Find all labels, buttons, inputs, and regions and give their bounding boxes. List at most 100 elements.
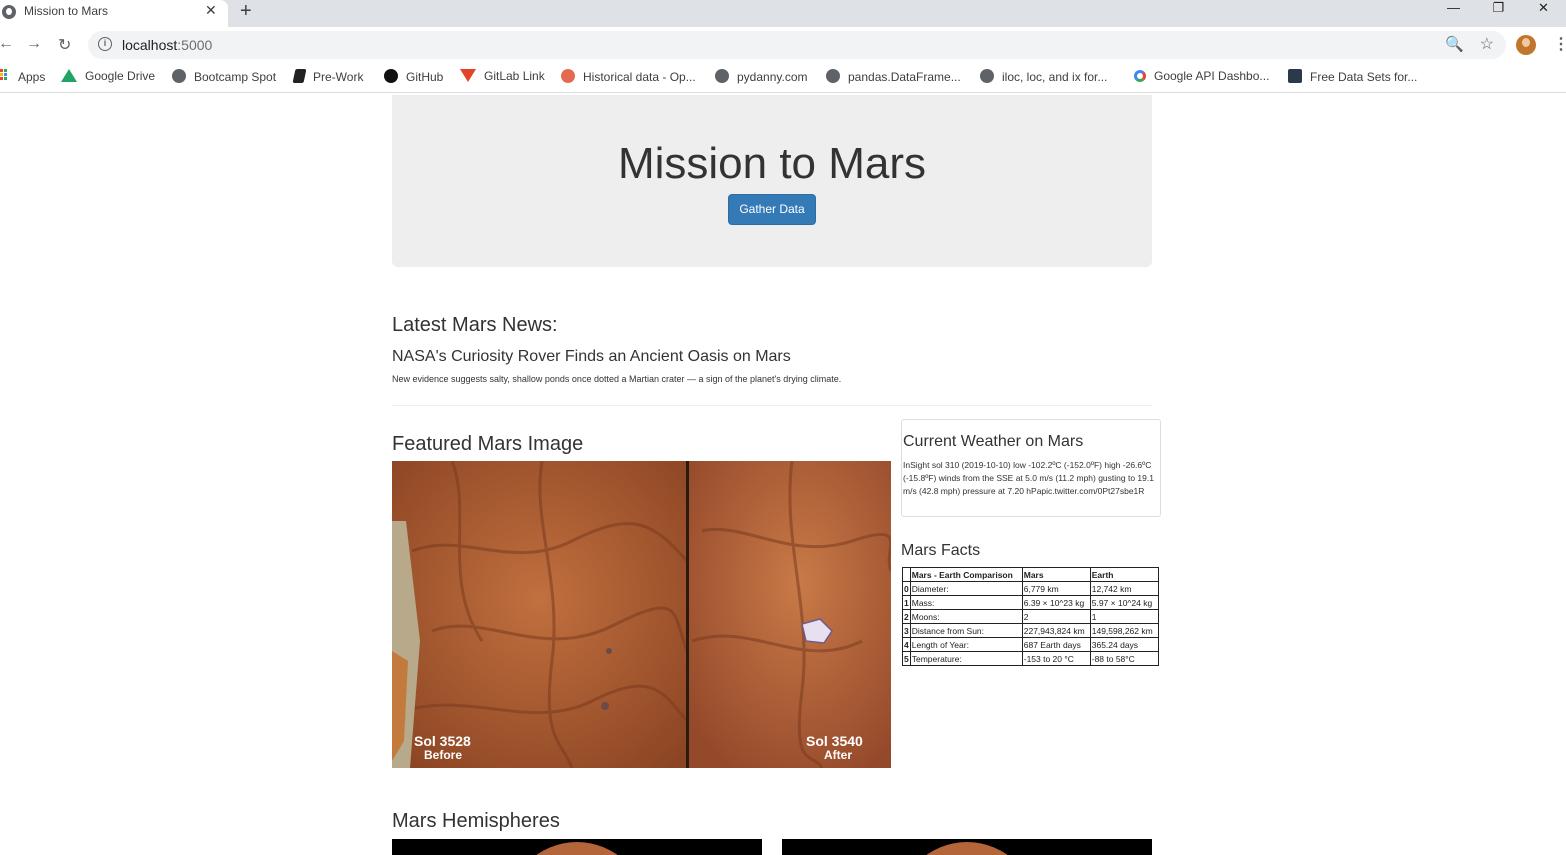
browser-tab[interactable]: Mission to Mars ✕ [0,0,228,27]
left-image-label: Sol 3528 [414,733,471,749]
gather-data-button[interactable]: Gather Data [728,194,816,225]
bookmark-google-api[interactable]: Google API Dashbo... [1134,69,1269,87]
address-bar[interactable]: i localhost:5000 🔍 ☆ [88,31,1506,59]
table-cell: 365.24 days [1089,637,1159,652]
profile-avatar[interactable] [1516,35,1536,55]
table-cell: 149,598,262 km [1089,623,1159,638]
close-window-button[interactable]: ✕ [1521,0,1566,27]
table-cell: 687 Earth days [1021,637,1091,652]
gitlab-icon [460,69,476,82]
right-image-sublabel: After [824,748,852,762]
table-cell: 2 [902,609,911,624]
hemispheres-heading: Mars Hemispheres [392,810,560,832]
globe-icon [980,69,994,83]
restore-button[interactable]: ❐ [1476,0,1521,27]
window-controls: — ❐ ✕ [1431,0,1566,27]
close-tab-icon[interactable]: ✕ [205,2,217,19]
news-title: NASA's Curiosity Rover Finds an Ancient … [392,348,791,365]
table-cell: Mass: [909,595,1023,610]
forward-button[interactable]: → [26,35,42,53]
table-cell: 1 [902,595,911,610]
bookmark-pre-work[interactable]: Pre-Work [292,69,363,87]
table-cell: 1 [1089,609,1159,624]
google-drive-icon [61,69,77,82]
globe-icon [715,69,729,83]
browser-menu-icon[interactable]: ⋮ [1553,34,1566,54]
news-heading: Latest Mars News: [392,314,558,336]
globe-icon [826,69,840,83]
table-cell: 2 [1021,609,1091,624]
bookmark-google-drive[interactable]: Google Drive [61,69,155,87]
weather-panel: Current Weather on Mars InSight sol 310 … [901,419,1161,517]
table-cell: 5 [902,651,911,666]
table-cell: Diameter: [909,581,1023,596]
featured-image-heading: Featured Mars Image [392,433,584,455]
google-icon [1134,70,1146,82]
browser-toolbar: ← → ↻ i localhost:5000 🔍 ☆ ⋮ [0,27,1566,63]
table-header-row: Mars - Earth Comparison Mars Earth [902,567,1159,582]
weather-text: InSight sol 310 (2019-10-10) low -102.2º… [903,460,1154,496]
bookmark-pydanny[interactable]: pydanny.com [715,69,807,87]
table-row: 1 Mass: 6.39 × 10^23 kg 5.97 × 10^24 kg [902,595,1159,610]
table-row: 2 Moons: 2 1 [902,609,1159,624]
bookmark-historical-data[interactable]: Historical data - Op... [561,69,696,87]
dataset-icon [1288,69,1302,83]
book-icon [292,69,307,83]
table-header-cell: Earth [1089,567,1159,582]
url-text[interactable]: localhost:5000 [122,37,212,53]
table-cell: -88 to 58°C [1089,651,1159,666]
bookmark-pandas-dataframe[interactable]: pandas.DataFrame... [826,69,961,87]
octopus-icon [561,69,575,83]
bookmark-apps[interactable]: Apps [0,69,45,87]
bookmark-star-icon[interactable]: ☆ [1480,34,1494,54]
table-cell: Temperature: [909,651,1023,666]
minimize-button[interactable]: — [1431,0,1476,27]
page-content: Mission to Mars Gather Data Latest Mars … [0,95,1566,855]
bookmark-free-data-sets[interactable]: Free Data Sets for... [1288,69,1417,87]
bookmarks-bar: Apps Google Drive Bootcamp Spot Pre-Work… [0,63,1566,93]
new-tab-button[interactable]: + [240,0,252,23]
mars-facts-heading: Mars Facts [901,542,981,559]
hemisphere-image[interactable] [782,839,1152,855]
table-cell: 227,943,824 km [1021,623,1091,638]
table-cell: 12,742 km [1089,581,1159,596]
news-paragraph: New evidence suggests salty, shallow pon… [392,374,842,384]
table-cell: 0 [902,581,911,596]
tab-title: Mission to Mars [24,4,109,18]
table-cell: 6,779 km [1021,581,1091,596]
table-row: 3 Distance from Sun: 227,943,824 km 149,… [902,623,1159,638]
table-cell: Distance from Sun: [909,623,1023,638]
table-cell: Length of Year: [909,637,1023,652]
table-cell: 3 [902,623,911,638]
table-cell: 4 [902,637,911,652]
weather-heading: Current Weather on Mars [903,433,1084,450]
featured-mars-image: Sol 3528 Before Sol 3540 After [392,461,891,768]
page-title: Mission to Mars [617,139,927,188]
mars-facts-table: Mars - Earth Comparison Mars Earth 0 Dia… [902,567,1159,666]
table-row: 0 Diameter: 6,779 km 12,742 km [902,581,1159,596]
bookmark-gitlab[interactable]: GitLab Link [460,69,545,87]
zoom-icon[interactable]: 🔍 [1445,35,1464,53]
table-cell: Moons: [909,609,1023,624]
github-icon [384,69,398,83]
table-cell: 5.97 × 10^24 kg [1089,595,1159,610]
table-header-cell: Mars [1021,567,1091,582]
back-button[interactable]: ← [0,35,14,53]
globe-icon [2,5,16,19]
hemisphere-image[interactable] [392,839,762,855]
table-cell: 6.39 × 10^23 kg [1021,595,1091,610]
bookmark-github[interactable]: GitHub [384,69,443,87]
table-row: 4 Length of Year: 687 Earth days 365.24 … [902,637,1159,652]
bookmark-bootcamp-spot[interactable]: Bootcamp Spot [172,69,276,87]
table-header-cell: Mars - Earth Comparison [909,567,1023,582]
table-row: 5 Temperature: -153 to 20 °C -88 to 58°C [902,651,1159,666]
table-cell: -153 to 20 °C [1021,651,1091,666]
globe-icon [172,69,186,83]
jumbotron: Mission to Mars Gather Data [392,95,1152,267]
bookmark-iloc-loc[interactable]: iloc, loc, and ix for... [980,69,1107,87]
info-icon[interactable]: i [98,37,112,51]
left-image-sublabel: Before [424,748,462,762]
reload-button[interactable]: ↻ [58,35,71,55]
tab-strip: Mission to Mars ✕ + — ❐ ✕ [0,0,1566,27]
divider [392,405,1152,406]
